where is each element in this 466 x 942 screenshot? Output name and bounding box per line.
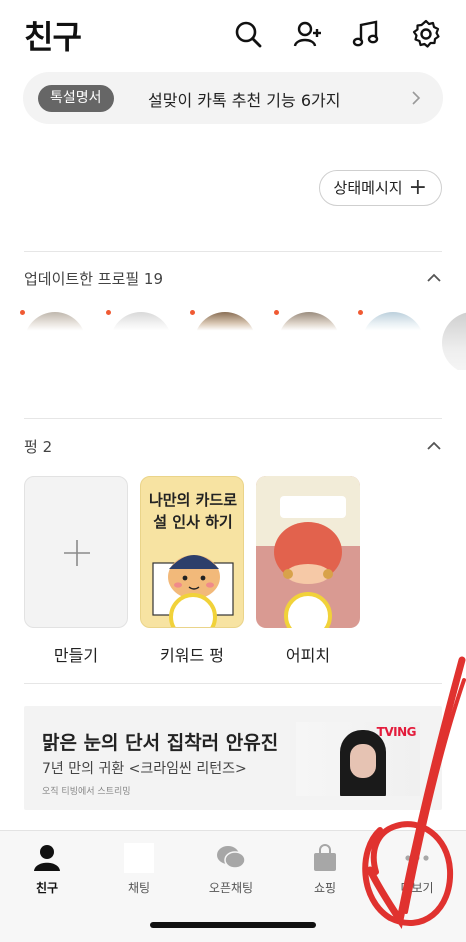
person-face: [350, 744, 376, 778]
settings-icon[interactable]: [410, 18, 442, 50]
tab-label: 오픈채팅: [208, 881, 254, 895]
banner-text: 설맞이 카톡 추천 기능 6가지: [148, 91, 341, 110]
music-icon[interactable]: [350, 18, 382, 50]
ad-image: TVING: [296, 722, 420, 796]
chevron-up-icon[interactable]: [426, 270, 442, 286]
ad-subtitle: 7년 만의 귀환 <크라임씬 리턴즈>: [42, 761, 247, 777]
pung-label: 펑 2: [24, 438, 53, 456]
create-pung-card[interactable]: [24, 476, 128, 628]
apeach-pung-card[interactable]: [256, 476, 360, 628]
profile-avatar[interactable]: [24, 312, 86, 370]
promo-banner[interactable]: 톡설명서 설맞이 카톡 추천 기능 6가지: [23, 72, 443, 124]
home-indicator: [150, 922, 316, 928]
add-friend-icon[interactable]: [292, 18, 324, 50]
chevron-up-icon[interactable]: [426, 438, 442, 454]
profile-avatar[interactable]: [278, 312, 340, 370]
updated-profiles-label: 업데이트한 프로필 19: [24, 270, 164, 288]
ad-banner[interactable]: 맑은 눈의 단서 집착러 안유진 7년 만의 귀환 <크라임씬 리턴즈> 오직 …: [24, 706, 442, 810]
pung-header[interactable]: 펑 2: [24, 432, 442, 462]
tab-more[interactable]: 더보기: [372, 843, 462, 896]
pung-card-caption: 키워드 펑: [160, 646, 224, 665]
tab-open-chat[interactable]: 오픈채팅: [186, 843, 276, 896]
tab-chats[interactable]: 채팅: [94, 843, 184, 896]
divider: [24, 251, 442, 252]
keyword-card-text: 나만의 카드로 설 인사 하기: [148, 491, 238, 531]
tab-shopping[interactable]: 쇼핑: [280, 843, 370, 896]
open-chat-icon: [217, 846, 246, 869]
plus-icon: [64, 540, 90, 566]
tving-logo: TVING: [376, 725, 417, 739]
tab-label: 더보기: [400, 881, 434, 895]
new-indicator-dot: [274, 310, 279, 315]
tab-label: 쇼핑: [313, 881, 337, 895]
chat-icon: [124, 843, 154, 873]
banner-badge: 톡설명서: [38, 85, 114, 112]
new-indicator-dot: [190, 310, 195, 315]
tab-label: 채팅: [127, 881, 151, 895]
search-icon[interactable]: [232, 18, 264, 50]
new-indicator-dot: [20, 310, 25, 315]
profile-avatar[interactable]: [362, 312, 424, 370]
profile-avatar[interactable]: [442, 312, 466, 370]
ad-caption: 오직 티빙에서 스트리밍: [42, 787, 131, 797]
more-icon: [405, 855, 429, 861]
person-icon: [34, 845, 60, 871]
profile-avatar[interactable]: [194, 312, 256, 370]
tab-friends[interactable]: 친구: [2, 843, 92, 896]
character-illustration: [274, 522, 342, 584]
app-header: 친구: [0, 0, 466, 70]
tab-label: 친구: [35, 881, 59, 895]
divider: [24, 683, 442, 684]
card-note: [280, 496, 346, 518]
pung-card-caption: 만들기: [53, 646, 99, 665]
page-title: 친구: [24, 18, 82, 56]
updated-profiles-header[interactable]: 업데이트한 프로필 19: [24, 264, 442, 294]
profile-avatar[interactable]: [110, 312, 172, 370]
shopping-bag-icon: [314, 844, 336, 871]
plus-icon: +: [408, 175, 427, 200]
ad-title: 맑은 눈의 단서 집착러 안유진: [42, 732, 279, 754]
status-message-button[interactable]: 상태메시지 +: [318, 170, 442, 206]
new-indicator-dot: [106, 310, 111, 315]
status-message-label: 상태메시지: [333, 179, 403, 197]
updated-profiles-list: [20, 308, 466, 370]
chevron-right-icon: [412, 91, 421, 105]
keyword-pung-card[interactable]: 나만의 카드로 설 인사 하기: [140, 476, 244, 628]
pung-card-caption: 어피치: [285, 646, 331, 665]
pung-avatar-ring: [284, 592, 332, 628]
new-indicator-dot: [358, 310, 363, 315]
divider: [24, 418, 442, 419]
